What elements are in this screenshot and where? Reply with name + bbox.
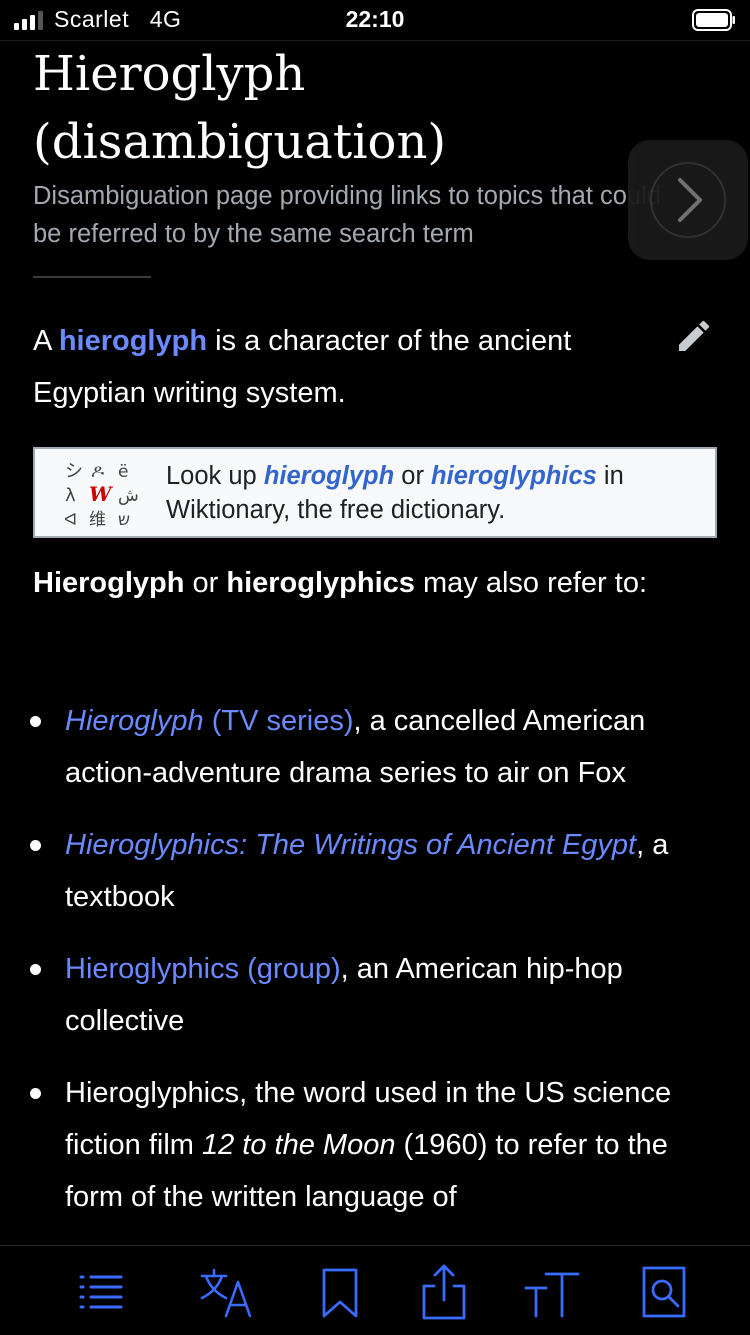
next-article-button[interactable] [628,140,748,260]
chevron-right-icon [650,162,726,238]
wiktionary-hieroglyph-link[interactable]: hieroglyph [264,462,394,490]
refer-paragraph: Hieroglyph or hieroglyphics may also ref… [33,567,648,599]
list-item: Hieroglyph (TV series), a cancelled Amer… [0,695,720,799]
svg-text:ش: ش [118,486,139,506]
hieroglyphics-textbook-link[interactable]: Hieroglyphics: The Writings of Ancient E… [65,829,636,861]
list-item: Hieroglyphics, the word used in the US s… [0,1067,720,1223]
wiktionary-logo-icon: シ ዶ ë λ W ش ᐊ 维 ש [64,461,139,529]
wiktionary-hieroglyphics-link[interactable]: hieroglyphics [431,462,597,490]
disambiguation-list: Hieroglyph (TV series), a cancelled Amer… [0,695,750,1243]
status-bar: Scarlet 4G 22:10 [0,0,750,40]
list-item: Hieroglyphics (group), an American hip-h… [0,943,720,1047]
language-icon[interactable] [198,1264,254,1320]
table-of-contents-icon[interactable] [72,1264,128,1320]
wiktionary-box[interactable]: シ ዶ ë λ W ش ᐊ 维 ש Look up hieroglyph or … [33,447,717,538]
article-content[interactable]: Hieroglyph (disambiguation) Disambiguati… [0,40,750,1245]
svg-text:ש: ש [118,510,130,529]
page-title: Hieroglyph (disambiguation) [33,46,447,170]
bookmark-icon[interactable] [312,1264,368,1320]
text-size-icon[interactable] [524,1264,580,1320]
hieroglyph-link[interactable]: hieroglyph [59,325,207,357]
wiktionary-text: Look up hieroglyph or hieroglyphics in W… [166,462,624,524]
find-in-page-icon[interactable] [636,1264,692,1320]
intro-paragraph: A hieroglyph is a character of the ancie… [33,325,572,409]
svg-text:シ: シ [65,461,83,482]
svg-text:W: W [89,482,114,506]
bottom-toolbar [0,1245,750,1335]
hieroglyph-tv-series-link[interactable]: Hieroglyph (TV series) [65,705,353,737]
status-time: 22:10 [345,6,405,32]
svg-text:维: 维 [89,510,106,529]
svg-text:ዶ: ዶ [91,461,104,482]
share-icon[interactable] [416,1264,472,1320]
svg-text:ë: ë [118,462,128,482]
svg-text:λ: λ [65,485,76,506]
hieroglyphics-group-link[interactable]: Hieroglyphics (group) [65,953,341,985]
list-item: Hieroglyphics: The Writings of Ancient E… [0,819,720,923]
page-description: Disambiguation page providing links to t… [33,182,661,248]
battery-icon [692,9,735,31]
edit-pencil-icon[interactable] [674,316,714,356]
title-divider [33,276,151,278]
svg-text:ᐊ: ᐊ [64,510,77,529]
